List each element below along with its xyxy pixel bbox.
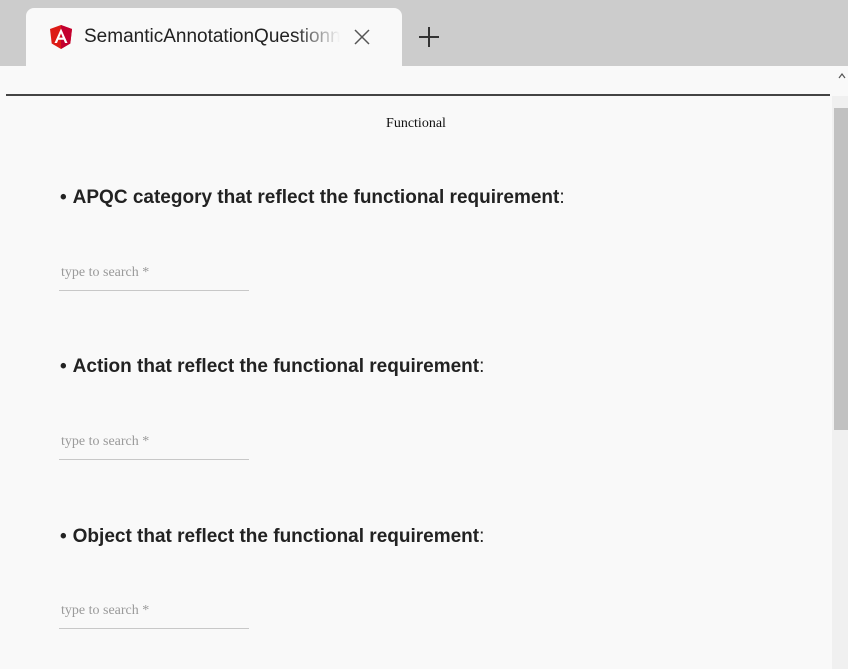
section-title: Functional — [386, 116, 446, 131]
question-apqc-category: • APQC category that reflect the function… — [60, 187, 565, 209]
question-action: • Action that reflect the functional requ… — [60, 356, 484, 378]
close-icon[interactable] — [350, 25, 374, 49]
bullet: • — [60, 526, 67, 547]
page-content: Functional • APQC category that reflect t… — [0, 66, 848, 669]
question-colon: : — [479, 356, 485, 377]
bullet: • — [60, 356, 67, 377]
action-search-input[interactable] — [59, 429, 249, 460]
question-label: Object that reflect the functional requi… — [72, 526, 480, 547]
question-label: APQC category that reflect the functiona… — [72, 187, 560, 208]
question-colon: : — [559, 187, 565, 208]
new-tab-plus-icon[interactable] — [416, 24, 442, 50]
header-divider — [6, 94, 830, 96]
question-colon: : — [479, 526, 485, 547]
angular-logo-icon — [50, 25, 72, 49]
browser-tab-bar: SemanticAnnotationQuestionnaire — [0, 0, 848, 66]
browser-tab[interactable]: SemanticAnnotationQuestionnaire — [26, 8, 402, 66]
apqc-category-search-input[interactable] — [59, 260, 249, 291]
object-search-input[interactable] — [59, 598, 249, 629]
question-label: Action that reflect the functional requi… — [72, 356, 480, 377]
question-object: • Object that reflect the functional requ… — [60, 526, 484, 548]
bullet: • — [60, 187, 67, 208]
scrollbar-thumb[interactable] — [834, 108, 848, 430]
tab-title: SemanticAnnotationQuestionnaire — [84, 26, 340, 47]
scroll-up-arrow-icon[interactable] — [836, 70, 848, 82]
